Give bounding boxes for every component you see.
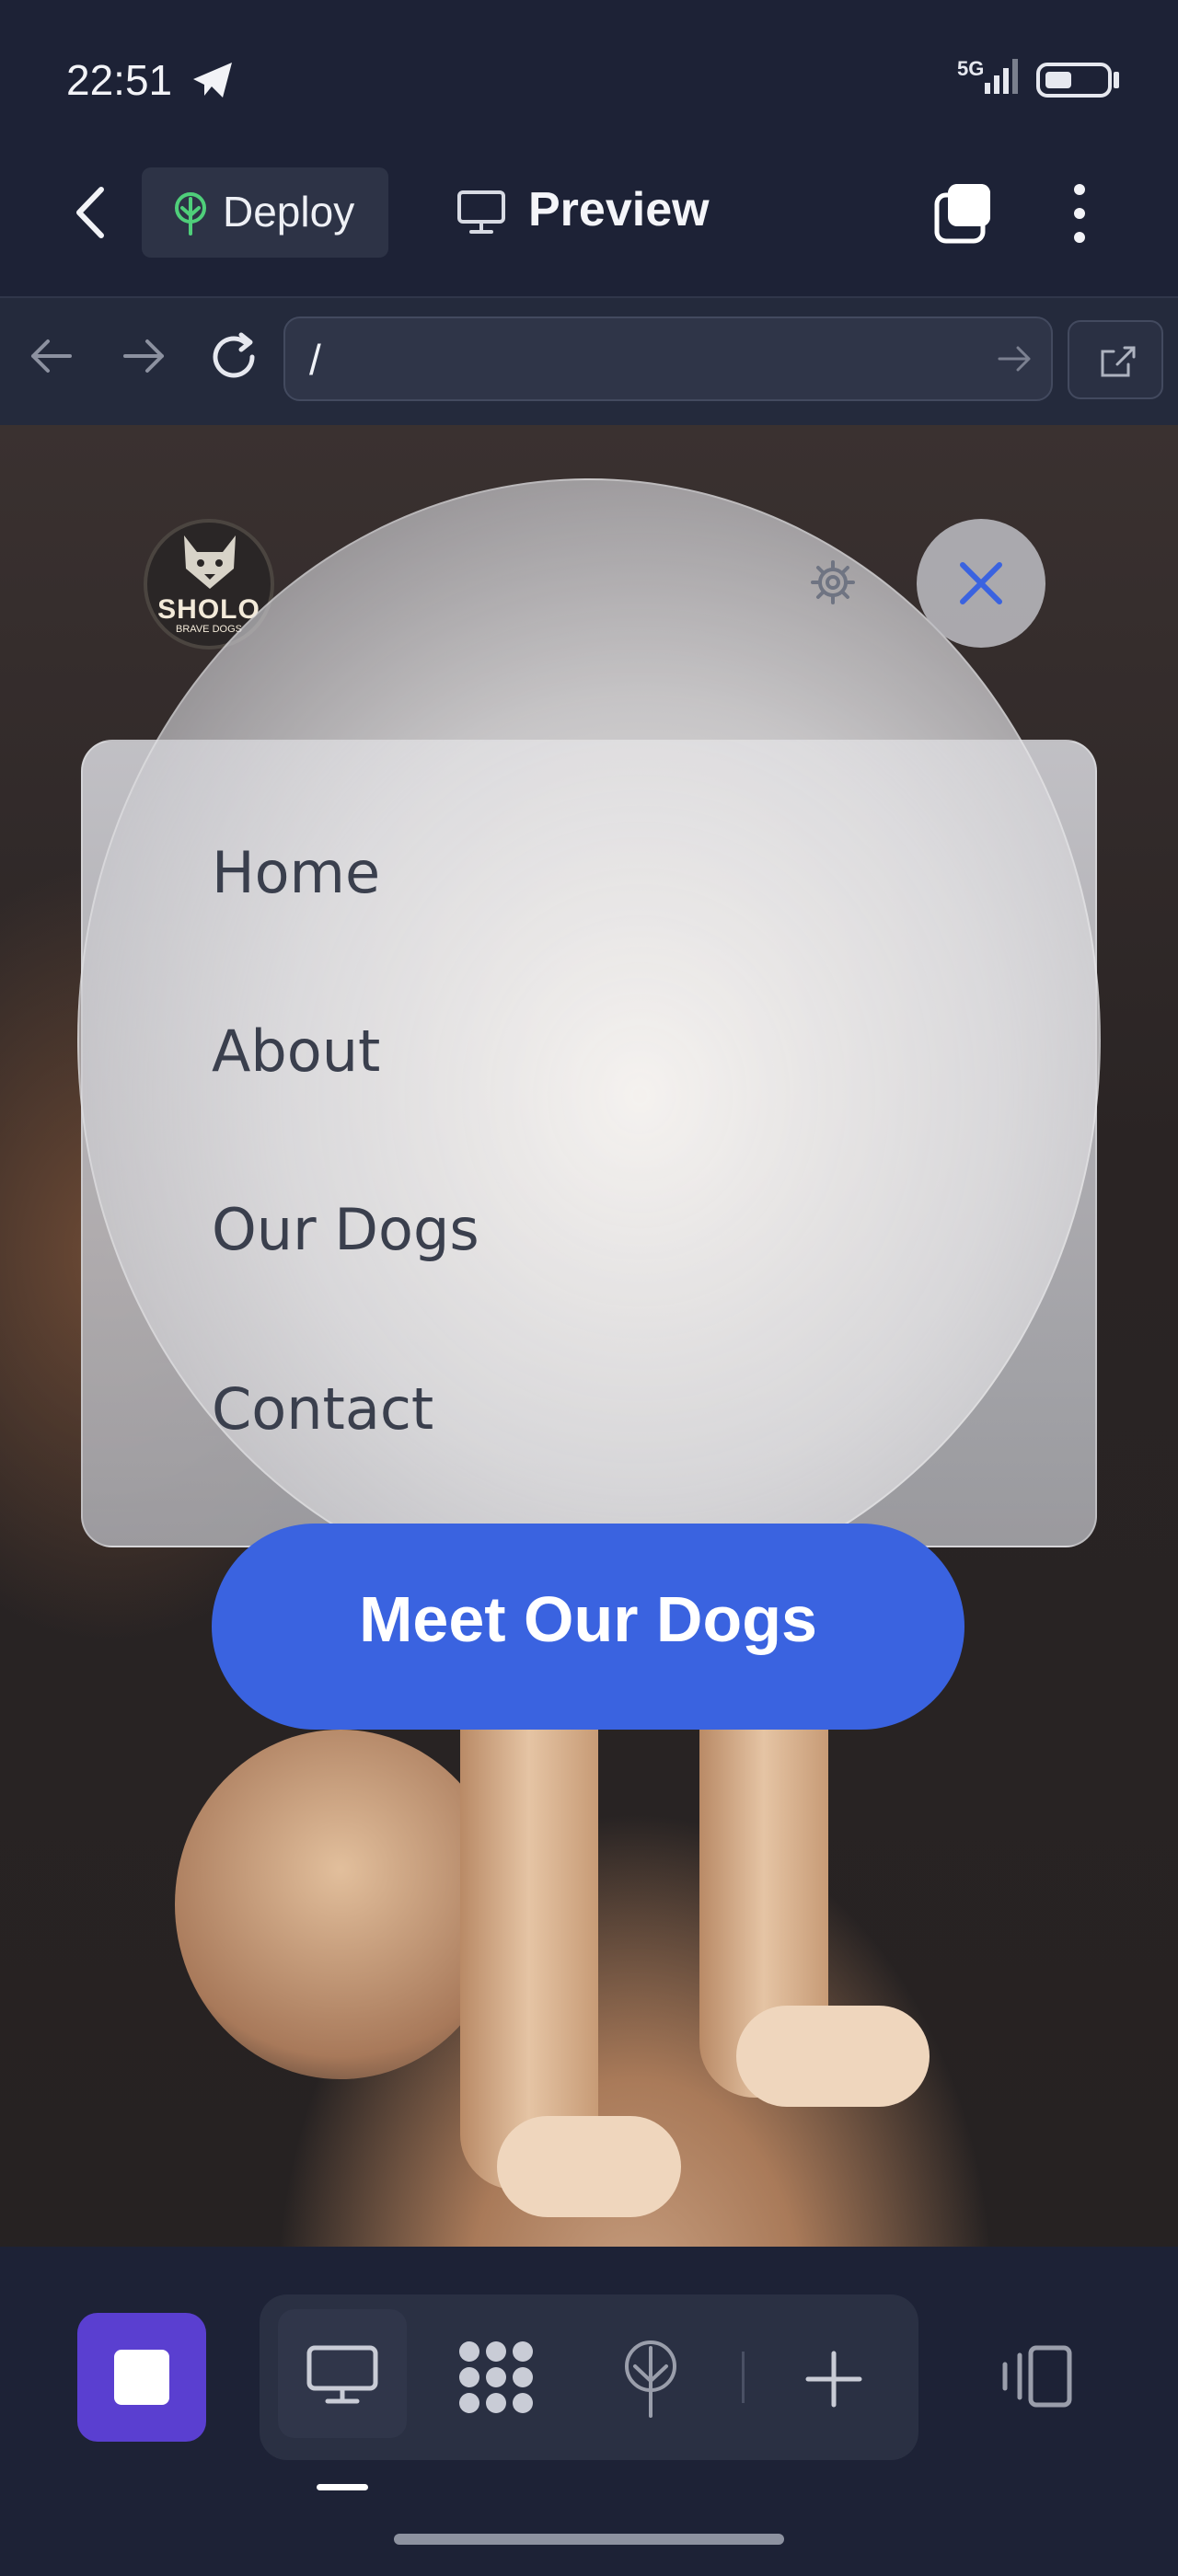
menu-item-home[interactable]: Home <box>212 839 380 906</box>
url-text: / <box>309 336 321 384</box>
windows-icon[interactable] <box>931 180 998 247</box>
desktop-icon <box>306 2345 378 2404</box>
dog-photo-paw <box>497 2116 681 2217</box>
cta-label: Meet Our Dogs <box>359 1583 817 1655</box>
url-input[interactable] <box>283 316 1053 401</box>
open-external-button[interactable] <box>1068 320 1163 399</box>
back-icon[interactable] <box>64 180 120 245</box>
deploy-label: Deploy <box>223 188 355 236</box>
active-tab-indicator <box>317 2484 368 2490</box>
dog-photo-haunch <box>175 1730 506 2079</box>
menu-item-contact[interactable]: Contact <box>212 1375 433 1443</box>
gear-icon[interactable] <box>810 559 856 605</box>
dog-logo-icon <box>184 535 236 589</box>
battery-level <box>1045 72 1071 88</box>
menu-item-our-dogs[interactable]: Our Dogs <box>212 1196 479 1263</box>
deploy-icon[interactable] <box>618 2339 683 2418</box>
battery-icon <box>1036 63 1112 98</box>
more-vert-icon[interactable] <box>1068 180 1091 247</box>
toolbar-divider <box>742 2352 745 2403</box>
device-icon[interactable] <box>996 2344 1075 2409</box>
battery-cap <box>1114 72 1119 88</box>
close-menu-button[interactable] <box>917 519 1045 648</box>
arrow-right-icon[interactable] <box>116 333 171 379</box>
preview-tab[interactable]: Preview <box>528 182 710 237</box>
menu-item-about[interactable]: About <box>212 1018 380 1085</box>
status-time: 22:51 <box>66 56 173 104</box>
monitor-icon <box>457 190 505 234</box>
add-icon[interactable] <box>804 2350 863 2409</box>
stop-icon <box>114 2350 169 2405</box>
telegram-send-icon <box>193 63 232 98</box>
open-external-icon <box>1101 346 1136 377</box>
components-icon[interactable] <box>455 2339 537 2416</box>
go-arrow-icon[interactable] <box>994 340 1034 377</box>
deploy-tree-icon <box>175 192 206 236</box>
arrow-left-icon[interactable] <box>24 333 79 379</box>
dog-photo-paw <box>736 2006 930 2107</box>
close-icon <box>960 562 1002 604</box>
reload-icon[interactable] <box>204 328 263 386</box>
home-indicator[interactable] <box>394 2534 784 2545</box>
network-type: 5G <box>957 57 985 80</box>
signal-icon <box>985 59 1018 94</box>
